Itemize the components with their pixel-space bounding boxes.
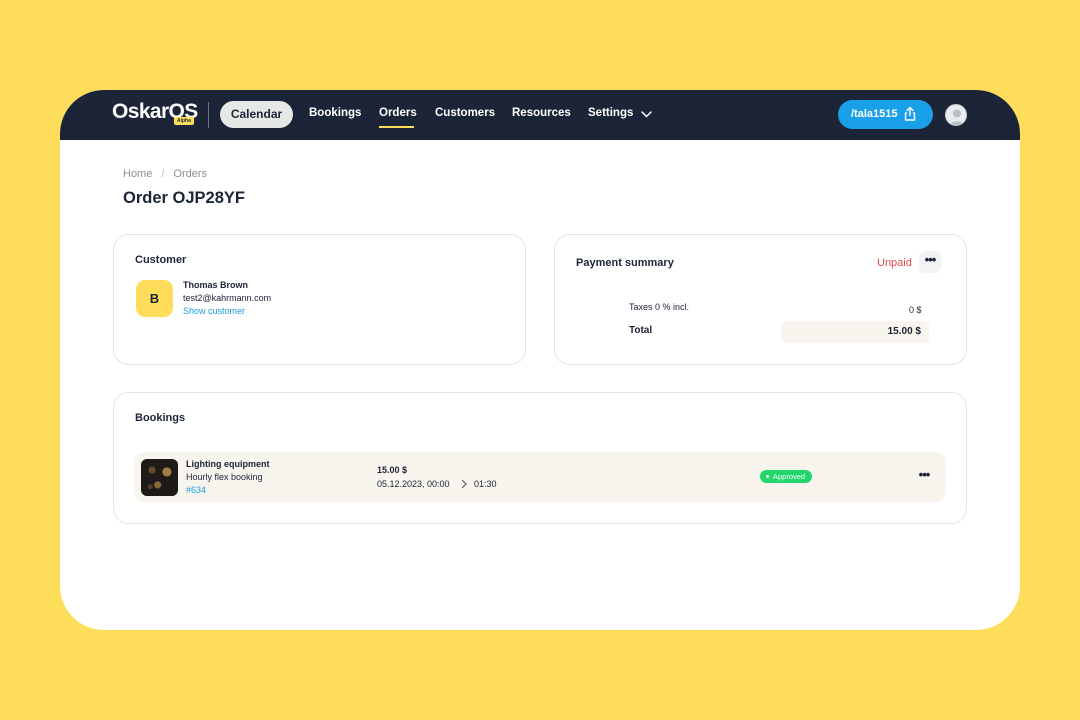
booking-start: 05.12.2023, 00:00	[377, 479, 450, 489]
nav-bookings[interactable]: Bookings	[309, 107, 361, 119]
show-customer-link[interactable]: Show customer	[183, 306, 245, 316]
nav-settings[interactable]: Settings	[588, 107, 633, 119]
user-workspace-label: /tala1515	[851, 108, 898, 120]
booking-price: 15.00 $	[377, 465, 408, 475]
status-badge-label: Approved	[773, 472, 806, 481]
nav-resources[interactable]: Resources	[512, 107, 571, 119]
bookings-card-title: Bookings	[135, 412, 186, 424]
user-avatar-icon[interactable]	[945, 104, 967, 126]
share-icon	[904, 106, 916, 121]
nav-orders[interactable]: Orders	[379, 107, 417, 119]
total-label: Total	[629, 325, 653, 336]
customer-email: test2@kahrmann.com	[183, 293, 272, 303]
user-workspace-button[interactable]: /tala1515	[838, 100, 933, 129]
customer-name: Thomas Brown	[183, 280, 249, 290]
status-badge: Approved	[760, 470, 813, 483]
breadcrumb-current[interactable]: Orders	[173, 168, 207, 180]
top-nav: OskarOS Alpha Calendar Bookings Orders C…	[60, 90, 1020, 140]
breadcrumb-home[interactable]: Home	[123, 168, 152, 180]
breadcrumb: Home / Orders	[123, 168, 207, 180]
logo-badge: Alpha	[174, 117, 194, 125]
booking-name: Lighting equipment	[186, 459, 270, 469]
booking-id-link[interactable]: #634	[186, 485, 206, 495]
booking-more-button[interactable]: •••	[913, 466, 935, 488]
app-window: OskarOS Alpha Calendar Bookings Orders C…	[60, 90, 1020, 630]
payment-more-button[interactable]: •••	[919, 251, 941, 273]
taxes-value: 0 $	[909, 305, 922, 315]
nav-divider	[208, 102, 209, 128]
chevron-down-icon[interactable]	[640, 108, 653, 121]
customer-card: Customer B Thomas Brown test2@kahrmann.c…	[113, 234, 526, 365]
nav-active-indicator	[379, 126, 414, 128]
booking-thumbnail	[141, 459, 178, 496]
booking-end: 01:30	[474, 479, 497, 489]
more-icon: •••	[924, 252, 937, 267]
payment-summary-card: Payment summary Unpaid ••• Taxes 0 % inc…	[554, 234, 967, 365]
taxes-label: Taxes 0 % incl.	[629, 302, 690, 312]
nav-customers[interactable]: Customers	[435, 107, 495, 119]
total-value: 15.00 $	[887, 326, 921, 337]
more-icon: •••	[918, 467, 931, 482]
customer-avatar: B	[136, 280, 173, 317]
payment-summary-title: Payment summary	[576, 257, 674, 269]
nav-calendar-button[interactable]: Calendar	[220, 101, 293, 128]
booking-row[interactable]: Lighting equipment Hourly flex booking #…	[134, 452, 946, 502]
arrow-right-icon	[461, 479, 467, 489]
total-value-box: 15.00 $	[781, 321, 929, 343]
booking-type: Hourly flex booking	[186, 472, 263, 482]
page-title: Order OJP28YF	[123, 189, 245, 207]
customer-card-title: Customer	[135, 254, 187, 266]
payment-status: Unpaid	[877, 257, 912, 269]
breadcrumb-separator: /	[161, 168, 165, 180]
bookings-card: Bookings Lighting equipment Hourly flex …	[113, 392, 967, 524]
